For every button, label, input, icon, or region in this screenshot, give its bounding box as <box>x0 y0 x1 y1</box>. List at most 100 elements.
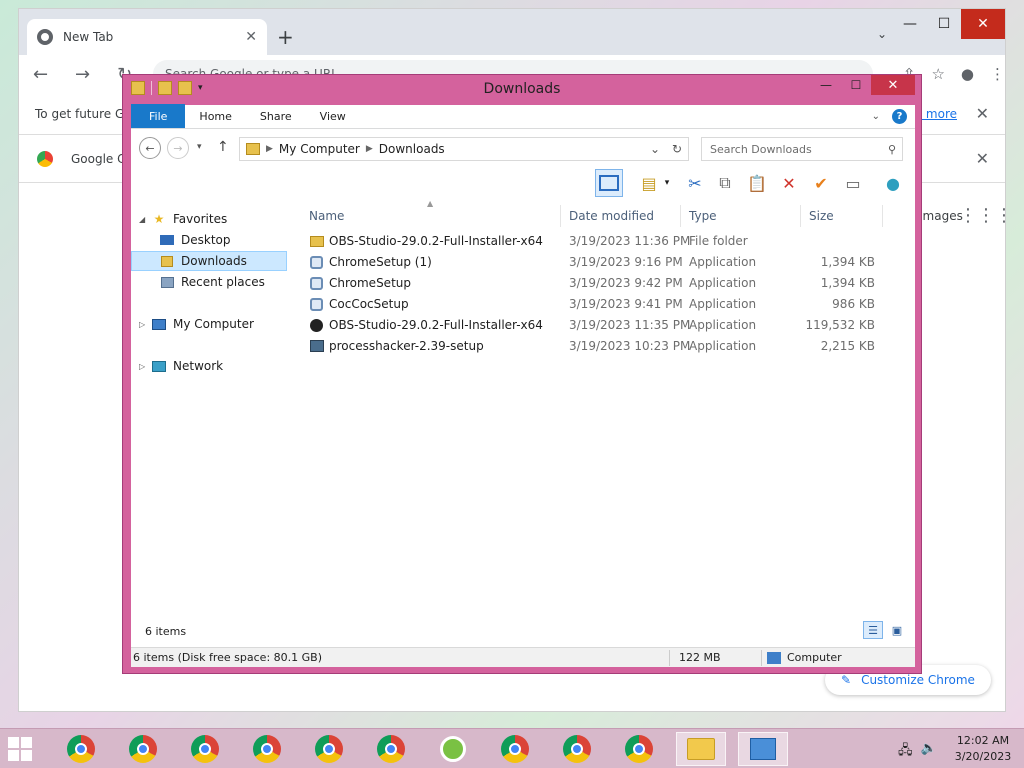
col-name[interactable]: Name <box>303 205 561 227</box>
collapsed-chevron-icon[interactable]: ▷ <box>139 320 149 329</box>
details-view-icon[interactable]: ☰ <box>863 621 883 639</box>
coccoc-icon <box>440 736 466 762</box>
downloads-folder-icon <box>159 254 175 268</box>
explorer-close-button[interactable]: ✕ <box>871 75 915 95</box>
tab-new-tab[interactable]: New Tab ✕ <box>27 19 267 55</box>
taskbar-control-panel[interactable] <box>738 732 788 766</box>
taskbar-chrome-4[interactable] <box>242 732 292 766</box>
cut-icon[interactable]: ✂ <box>681 169 709 197</box>
help-icon[interactable]: ? <box>892 109 907 124</box>
apps-grid-icon[interactable]: ⋮⋮⋮ <box>959 205 1013 226</box>
forward-arrow-icon[interactable]: → <box>75 64 103 85</box>
address-row: ← → ▾ ↑ ▶ My Computer ▶ Downloads ⌄ ↻ Se… <box>131 135 915 163</box>
nav-desktop[interactable]: Desktop <box>159 230 231 250</box>
taskbar-chrome-7[interactable] <box>490 732 540 766</box>
taskbar-chrome-5[interactable] <box>304 732 354 766</box>
ribbon-tabs: File Home Share View ⌄ ? <box>131 104 915 129</box>
expand-ribbon-chevron-icon[interactable]: ⌄ <box>872 111 880 122</box>
forward-button[interactable]: → <box>167 137 189 159</box>
chrome-tab-icon <box>37 29 53 45</box>
taskbar-chrome-1[interactable] <box>56 732 106 766</box>
bookmark-star-icon[interactable]: ☆ <box>931 65 944 83</box>
start-windows-icon[interactable] <box>8 737 32 761</box>
col-type[interactable]: Type <box>683 205 801 227</box>
tab-search-chevron-icon[interactable]: ⌄ <box>877 27 887 41</box>
file-row[interactable]: OBS-Studio-29.0.2-Full-Installer-x64 3/19… <box>303 315 903 336</box>
select-dropdown-icon[interactable]: ▾ <box>661 169 673 197</box>
tab-view[interactable]: View <box>306 104 360 128</box>
taskbar-chrome-9[interactable] <box>614 732 664 766</box>
chrome-icon <box>501 735 529 763</box>
address-dropdown-icon[interactable]: ⌄ <box>650 142 660 156</box>
close-button[interactable]: ✕ <box>961 9 1005 39</box>
tab-home[interactable]: Home <box>185 104 245 128</box>
chrome-icon <box>67 735 95 763</box>
navigation-pane: ◢ ★ Favorites Desktop Downloads Recent p… <box>131 205 291 625</box>
rename-check-icon[interactable]: ✔ <box>807 169 835 197</box>
taskbar-explorer[interactable] <box>676 732 726 766</box>
tab-close-icon[interactable]: ✕ <box>245 29 257 45</box>
volume-icon[interactable]: 🔈 <box>921 741 937 763</box>
file-list: OBS-Studio-29.0.2-Full-Installer-x64 3/19… <box>303 231 903 357</box>
nav-recent-places[interactable]: Recent places <box>159 272 265 292</box>
back-button[interactable]: ← <box>139 137 161 159</box>
tab-file[interactable]: File <box>131 104 186 128</box>
up-arrow-icon[interactable]: ↑ <box>217 139 229 155</box>
file-row[interactable]: CocCocSetup 3/19/2023 9:41 PM Application 9… <box>303 294 903 315</box>
file-type: File folder <box>689 234 748 248</box>
copy-icon[interactable]: ⧉ <box>711 169 739 197</box>
taskbar-coccoc[interactable] <box>428 732 478 766</box>
nav-downloads[interactable]: Downloads <box>131 251 287 271</box>
status-location: Computer <box>787 651 842 664</box>
new-tab-button[interactable]: + <box>277 25 294 49</box>
explorer-minimize-button[interactable]: — <box>811 75 841 95</box>
address-bar[interactable]: ▶ My Computer ▶ Downloads ⌄ ↻ <box>239 137 689 161</box>
nav-network[interactable]: ▷ Network <box>139 356 223 376</box>
images-link[interactable]: Images <box>919 209 963 223</box>
recent-locations-chevron-icon[interactable]: ▾ <box>197 142 202 152</box>
nav-my-computer[interactable]: ▷ My Computer <box>139 314 254 334</box>
network-tray-icon[interactable]: 🖧 <box>898 741 913 763</box>
paste-icon[interactable]: 📋 <box>743 169 771 197</box>
explorer-maximize-button[interactable]: ☐ <box>841 75 871 95</box>
minimize-button[interactable]: — <box>893 9 927 39</box>
star-icon: ★ <box>153 212 165 226</box>
default-bar-close-icon[interactable]: ✕ <box>976 149 989 168</box>
network-globe-icon[interactable]: ● <box>879 169 907 197</box>
back-arrow-icon[interactable]: ← <box>33 64 61 85</box>
menu-dots-icon[interactable]: ⋮ <box>990 65 1005 83</box>
search-box[interactable]: Search Downloads ⚲ <box>701 137 903 161</box>
taskbar-chrome-2[interactable] <box>118 732 168 766</box>
file-type: Application <box>689 276 757 290</box>
column-header: ▲ Name Date modified Type Size <box>303 199 903 227</box>
preview-pane-icon[interactable] <box>595 169 623 197</box>
file-row[interactable]: ChromeSetup 3/19/2023 9:42 PM Application 1… <box>303 273 903 294</box>
maximize-button[interactable]: ☐ <box>927 9 961 39</box>
breadcrumb-my-computer[interactable]: My Computer <box>279 142 360 156</box>
infobar-close-icon[interactable]: ✕ <box>976 104 989 123</box>
profile-icon[interactable]: ● <box>961 65 974 83</box>
file-row[interactable]: OBS-Studio-29.0.2-Full-Installer-x64 3/19… <box>303 231 903 252</box>
collapsed-chevron-icon[interactable]: ▷ <box>139 362 149 371</box>
col-size[interactable]: Size <box>803 205 883 227</box>
nav-favorites[interactable]: ◢ ★ Favorites <box>139 209 227 229</box>
tab-share[interactable]: Share <box>246 104 306 128</box>
select-check-icon[interactable]: ▤ <box>635 169 663 197</box>
delete-icon[interactable]: ✕ <box>775 169 803 197</box>
breadcrumb-downloads[interactable]: Downloads <box>379 142 445 156</box>
system-tray: 🖧 🔈 <box>898 741 937 763</box>
file-row[interactable]: ChromeSetup (1) 3/19/2023 9:16 PM Applicat… <box>303 252 903 273</box>
taskbar-chrome-3[interactable] <box>180 732 230 766</box>
properties-panel-icon[interactable]: ▭ <box>839 169 867 197</box>
clock[interactable]: 12:02 AM 3/20/2023 <box>948 733 1018 765</box>
file-row[interactable]: processhacker-2.39-setup 3/19/2023 10:23 … <box>303 336 903 357</box>
refresh-icon[interactable]: ↻ <box>672 142 682 156</box>
taskbar-chrome-6[interactable] <box>366 732 416 766</box>
col-date-modified[interactable]: Date modified <box>563 205 681 227</box>
expanded-chevron-icon[interactable]: ◢ <box>139 215 149 224</box>
command-toolbar: ▤ ▾ ✂ ⧉ 📋 ✕ ✔ ▭ ● <box>131 167 915 199</box>
large-icons-view-icon[interactable]: ▣ <box>887 621 907 639</box>
taskbar-chrome-8[interactable] <box>552 732 602 766</box>
file-type: Application <box>689 339 757 353</box>
setup-app-icon <box>309 297 324 311</box>
